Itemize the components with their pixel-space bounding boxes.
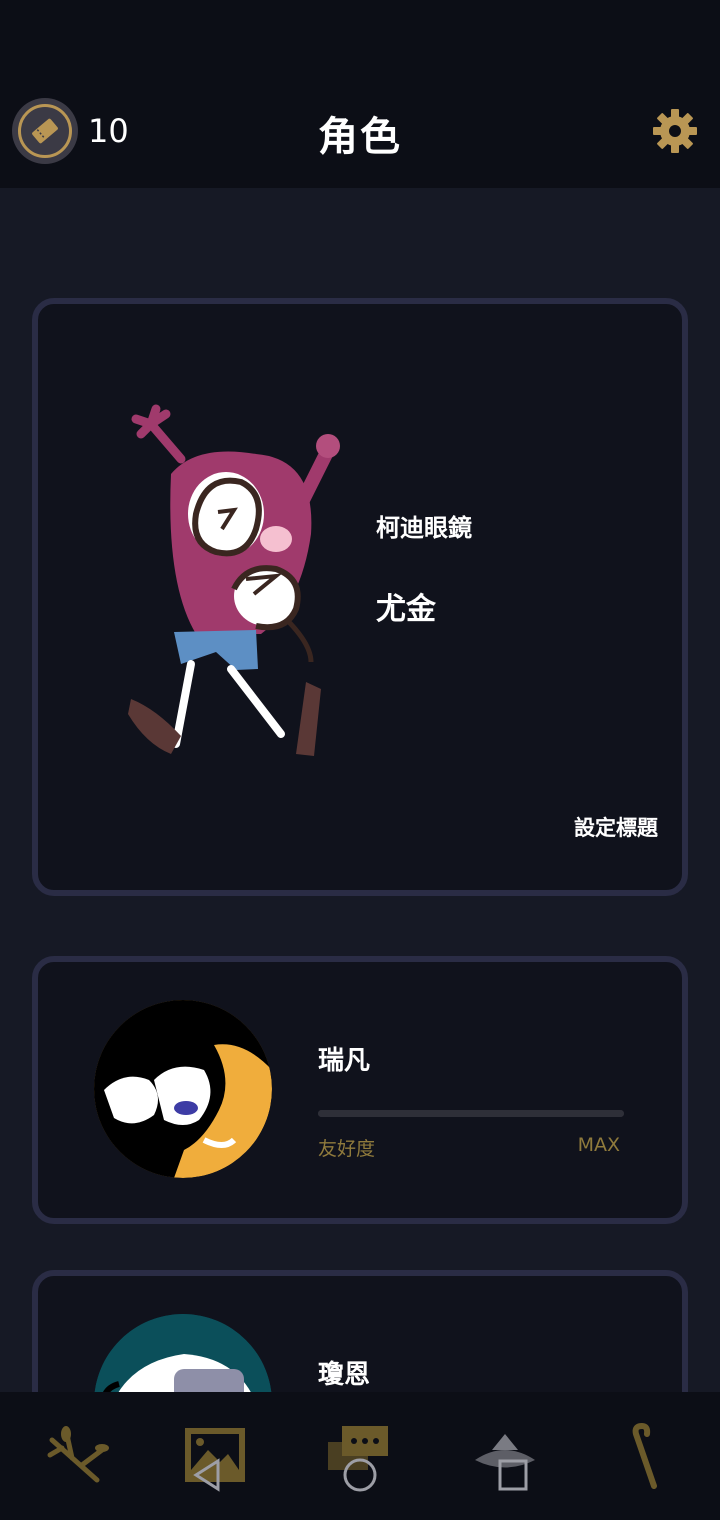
companion-name: 瓊恩 [318, 1360, 371, 1390]
featured-character-card[interactable]: 柯迪眼鏡 尤金 設定標題 [32, 298, 688, 896]
home-icon[interactable] [342, 1455, 378, 1495]
page-title: 角色 [318, 114, 402, 160]
back-icon[interactable] [190, 1455, 224, 1495]
affinity-progress-bar [318, 1110, 624, 1117]
branch-icon[interactable] [42, 1420, 112, 1490]
avatar [94, 1000, 272, 1178]
top-bar: 10 角色 [0, 0, 720, 188]
character-title-label: 柯迪眼鏡 [376, 514, 472, 542]
companion-name: 瑞凡 [318, 1046, 371, 1076]
companion-avatar-image [94, 1000, 272, 1178]
gear-icon[interactable] [650, 106, 700, 156]
cane-icon[interactable] [614, 1420, 684, 1490]
affinity-value: MAX [577, 1134, 620, 1156]
affinity-label: 友好度 [318, 1138, 376, 1160]
companion-card[interactable]: 瑞凡 友好度 MAX [32, 956, 688, 1224]
character-screen: 10 角色 柯迪眼鏡 尤金 設定標題 瑞凡 友好度 MAX 瓊恩 [0, 0, 720, 1520]
set-title-button[interactable]: 設定標題 [574, 812, 658, 842]
character-artwork [128, 404, 340, 756]
character-name: 尤金 [376, 592, 436, 627]
recents-icon[interactable] [496, 1455, 530, 1495]
